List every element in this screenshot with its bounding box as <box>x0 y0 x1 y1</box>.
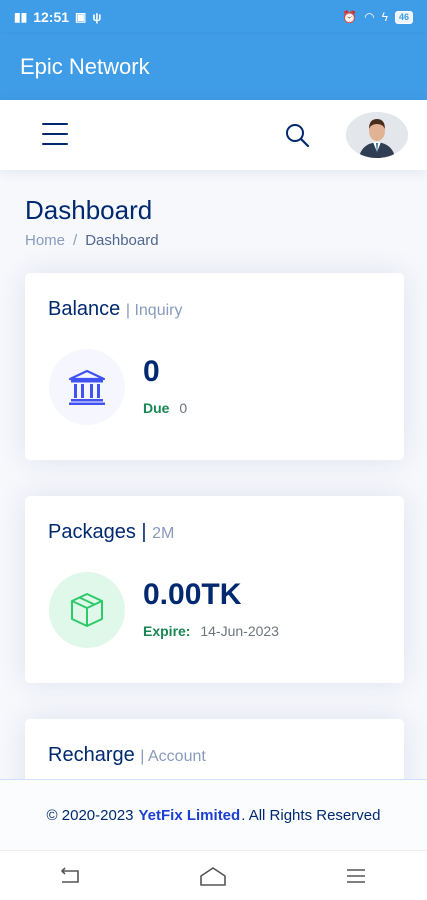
breadcrumb-separator: / <box>73 232 78 249</box>
expire-label: Expire: <box>143 623 191 639</box>
app-title: Epic Network <box>20 54 150 79</box>
due-label: Due <box>143 400 170 416</box>
hamburger-menu-icon[interactable] <box>42 123 68 145</box>
status-left: ▮▮ 12:51 ▣ ψ <box>14 9 101 25</box>
system-nav-bar <box>0 850 427 900</box>
page-title: Dashboard <box>25 195 153 225</box>
breadcrumb-current: Dashboard <box>85 232 159 249</box>
packages-card: Packages | 2M 0.00TK Expire: 14-Jun-2023 <box>25 496 404 683</box>
status-right: ⏰ ◠ ϟ 46 <box>342 10 413 24</box>
app-bar: Epic Network <box>0 34 427 100</box>
battery-icon: 46 <box>394 10 413 24</box>
footer-copyright: © 2020-2023 <box>46 806 134 824</box>
alarm-icon: ⏰ <box>342 10 358 24</box>
packages-subtitle: 2M <box>152 525 175 542</box>
status-time: 12:51 <box>33 9 70 25</box>
footer-brand-link[interactable]: YetFix Limited <box>139 807 241 824</box>
balance-card-title: Balance | Inquiry <box>48 298 182 321</box>
footer: © 2020-2023 YetFix Limited . All Rights … <box>0 779 427 850</box>
recharge-subtitle: | Account <box>140 748 206 765</box>
home-icon[interactable] <box>183 856 243 896</box>
bank-icon <box>49 349 125 425</box>
balance-value: 0 <box>143 355 160 388</box>
wifi-icon: ◠ <box>364 10 375 24</box>
breadcrumb: Home / Dashboard <box>25 232 159 249</box>
avatar[interactable] <box>346 112 408 158</box>
search-icon[interactable] <box>284 122 310 148</box>
footer-rights: . All Rights Reserved <box>241 806 381 824</box>
packages-expire: Expire: 14-Jun-2023 <box>143 623 279 639</box>
signal-icon: ▮▮ <box>14 10 28 24</box>
balance-due: Due 0 <box>143 400 187 416</box>
balance-card: Balance | Inquiry 0 Due 0 <box>25 273 404 460</box>
usb-icon: ψ <box>92 10 102 24</box>
balance-title: Balance <box>48 298 121 320</box>
back-icon[interactable] <box>41 856 101 896</box>
notification-icon: ▣ <box>75 10 87 24</box>
recharge-title: Recharge <box>48 744 135 766</box>
packages-value: 0.00TK <box>143 578 242 611</box>
breadcrumb-home[interactable]: Home <box>25 232 65 249</box>
box-icon <box>49 572 125 648</box>
expire-value: 14-Jun-2023 <box>200 623 279 639</box>
balance-subtitle: | Inquiry <box>125 302 183 319</box>
menu-icon[interactable] <box>326 856 386 896</box>
status-bar: ▮▮ 12:51 ▣ ψ ⏰ ◠ ϟ 46 <box>0 0 427 34</box>
packages-card-title: Packages | 2M <box>48 521 174 544</box>
charging-icon: ϟ <box>381 10 388 24</box>
packages-title: Packages | <box>48 521 147 543</box>
due-value: 0 <box>179 400 188 416</box>
recharge-card-title: Recharge | Account <box>48 744 206 767</box>
